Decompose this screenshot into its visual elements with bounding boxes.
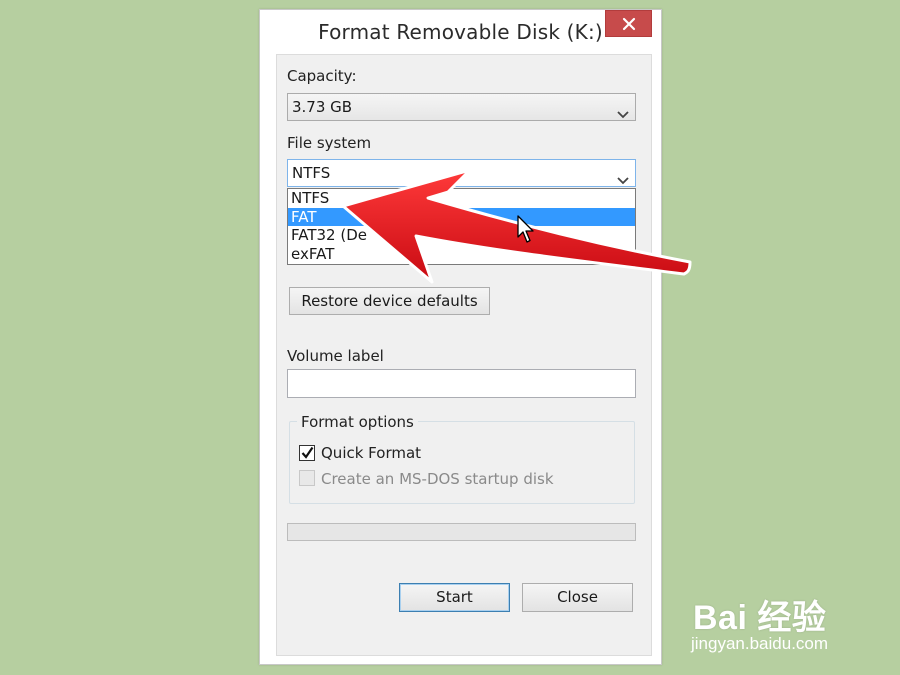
ms-dos-checkbox	[299, 470, 315, 486]
volume-label-input[interactable]	[287, 369, 636, 398]
chevron-down-icon	[617, 102, 629, 128]
baidu-watermark-url: jingyan.baidu.com	[691, 634, 829, 653]
file-system-option[interactable]: FAT	[288, 207, 635, 226]
file-system-select[interactable]: NTFS	[287, 159, 636, 187]
file-system-label: File system	[287, 134, 372, 152]
file-system-option[interactable]: exFAT	[288, 245, 635, 264]
capacity-value: 3.73 GB	[292, 98, 353, 116]
title-bar: Format Removable Disk (K:)	[260, 10, 661, 50]
window-close-button[interactable]	[605, 10, 652, 37]
quick-format-checkbox[interactable]	[299, 445, 315, 461]
window-title: Format Removable Disk (K:)	[318, 20, 603, 44]
file-system-option[interactable]: NTFS	[288, 189, 635, 208]
file-system-dropdown: NTFS FAT FAT32 (De exFAT	[287, 188, 636, 265]
format-options-group	[289, 421, 635, 504]
restore-defaults-button[interactable]: Restore device defaults	[289, 287, 490, 315]
mouse-pointer-icon	[517, 215, 537, 249]
format-options-legend: Format options	[297, 413, 418, 431]
start-button[interactable]: Start	[399, 583, 510, 612]
volume-label-label: Volume label	[287, 347, 384, 365]
quick-format-label: Quick Format	[321, 444, 422, 462]
close-button[interactable]: Close	[522, 583, 633, 612]
format-progress-bar	[287, 523, 636, 541]
file-system-value: NTFS	[292, 164, 331, 182]
capacity-select[interactable]: 3.73 GB	[287, 93, 636, 121]
ms-dos-label: Create an MS-DOS startup disk	[321, 470, 554, 488]
file-system-option[interactable]: FAT32 (De	[288, 226, 635, 245]
baidu-watermark-logo: Bai 经验	[693, 599, 827, 637]
close-icon	[622, 17, 636, 31]
capacity-label: Capacity:	[287, 67, 357, 85]
